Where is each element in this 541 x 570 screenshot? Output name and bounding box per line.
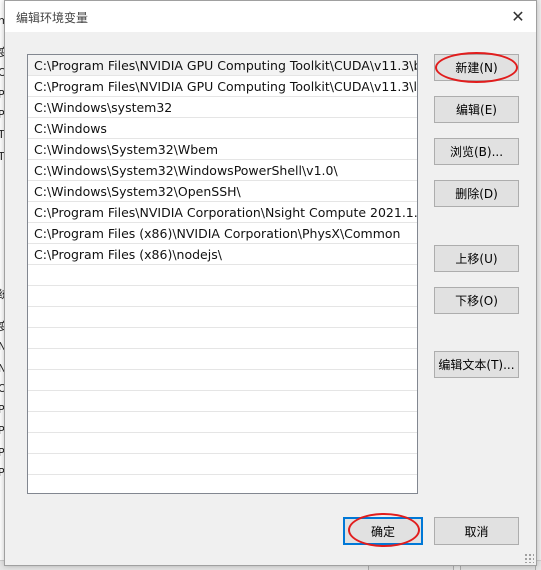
move-up-button[interactable]: 上移(U) <box>434 245 519 272</box>
path-entry[interactable]: C:\Program Files (x86)\nodejs\ <box>28 244 417 265</box>
edit-button[interactable]: 编辑(E) <box>434 96 519 123</box>
dialog-title: 编辑环境变量 <box>16 11 89 25</box>
browse-button[interactable]: 浏览(B)... <box>434 138 519 165</box>
path-entry[interactable]: C:\Program Files\NVIDIA Corporation\Nsig… <box>28 202 417 223</box>
edit-text-button[interactable]: 编辑文本(T)... <box>434 351 519 378</box>
empty-row <box>28 286 417 307</box>
empty-row <box>28 328 417 349</box>
path-entry[interactable]: C:\Windows\System32\OpenSSH\ <box>28 181 417 202</box>
empty-row <box>28 412 417 433</box>
ok-button[interactable]: 确定 <box>343 517 423 545</box>
empty-row <box>28 349 417 370</box>
move-down-button[interactable]: 下移(O) <box>434 287 519 314</box>
delete-button[interactable]: 删除(D) <box>434 180 519 207</box>
path-entry[interactable]: C:\Windows\System32\WindowsPowerShell\v1… <box>28 160 417 181</box>
resize-grip-icon[interactable] <box>524 553 534 563</box>
close-button[interactable]: ✕ <box>506 5 530 27</box>
path-entry[interactable]: C:\Windows\System32\Wbem <box>28 139 417 160</box>
title-bar: 编辑环境变量 ✕ <box>5 1 536 32</box>
edit-environment-variable-dialog: 编辑环境变量 ✕ C:\Program Files\NVIDIA GPU Com… <box>4 0 537 566</box>
path-entry[interactable]: C:\Windows\system32 <box>28 97 417 118</box>
path-entry[interactable]: C:\Program Files (x86)\NVIDIA Corporatio… <box>28 223 417 244</box>
path-entry[interactable]: C:\Windows <box>28 118 417 139</box>
path-entry[interactable]: C:\Program Files\NVIDIA GPU Computing To… <box>28 76 417 97</box>
empty-row <box>28 454 417 475</box>
empty-row <box>28 307 417 328</box>
close-icon: ✕ <box>511 6 525 26</box>
empty-row <box>28 475 417 493</box>
empty-row <box>28 433 417 454</box>
path-entry-selected[interactable]: C:\Program Files\NVIDIA GPU Computing To… <box>28 55 417 76</box>
new-button[interactable]: 新建(N) <box>434 54 519 81</box>
empty-row <box>28 391 417 412</box>
empty-row <box>28 265 417 286</box>
empty-row <box>28 370 417 391</box>
path-list[interactable]: C:\Program Files\NVIDIA GPU Computing To… <box>27 54 418 494</box>
cancel-button[interactable]: 取消 <box>434 517 519 545</box>
